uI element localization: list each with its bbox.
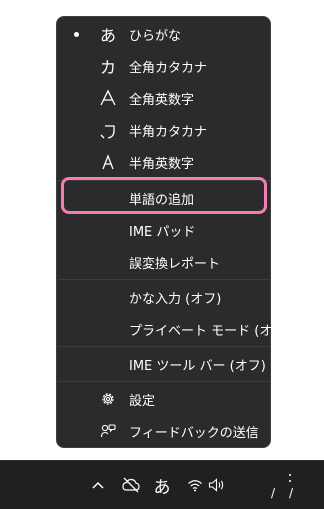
ime-mode-indicator[interactable]: あ bbox=[152, 473, 172, 498]
menu-divider bbox=[58, 346, 271, 347]
menu-item-label: 誤変換レポート bbox=[129, 256, 221, 272]
chevron-up-icon[interactable] bbox=[90, 475, 106, 495]
menu-item-label: かな入力 (オフ) bbox=[129, 291, 222, 307]
menu-item-label: IME ツール バー (オフ) bbox=[129, 358, 266, 374]
menu-item-halfwidth-katakana[interactable]: 半角カタカナ bbox=[57, 114, 270, 146]
menu-item-fullwidth-alphanumeric[interactable]: 全角英数字 bbox=[57, 82, 270, 114]
halfwidth-katakana-icon bbox=[97, 114, 119, 146]
fullwidth-alphanumeric-icon bbox=[97, 82, 119, 114]
menu-item-halfwidth-alphanumeric[interactable]: 半角英数字 bbox=[57, 146, 270, 178]
fullwidth-katakana-icon: カ bbox=[99, 58, 116, 77]
selected-bullet-icon bbox=[74, 32, 79, 37]
menu-item-kana-input[interactable]: かな入力 (オフ) bbox=[57, 281, 270, 313]
menu-item-fullwidth-katakana[interactable]: カ 全角カタカナ bbox=[57, 50, 270, 82]
menu-item-label: 半角カタカナ bbox=[129, 124, 208, 140]
menu-item-label: プライベート モード (オフ) bbox=[129, 323, 291, 339]
ime-context-menu: あ ひらがな カ 全角カタカナ 全角英数字 半角カタカナ 半角英数字 単語の追加… bbox=[56, 16, 290, 448]
menu-item-hiragana[interactable]: あ ひらがな bbox=[57, 18, 270, 50]
menu-item-settings[interactable]: 設定 bbox=[57, 383, 270, 415]
clock-time-separator-icon bbox=[286, 473, 294, 483]
menu-item-conversion-report[interactable]: 誤変換レポート bbox=[57, 246, 270, 278]
wifi-icon[interactable] bbox=[186, 475, 204, 495]
menu-item-label: 全角英数字 bbox=[129, 92, 195, 108]
menu-item-label: フィードバックの送信 bbox=[129, 425, 259, 441]
menu-item-label: ひらがな bbox=[129, 28, 182, 44]
halfwidth-alphanumeric-icon bbox=[97, 146, 119, 178]
speaker-icon[interactable] bbox=[206, 475, 228, 495]
menu-item-label: IME パッド bbox=[129, 224, 196, 240]
menu-item-label: 全角カタカナ bbox=[129, 60, 208, 76]
menu-item-send-feedback[interactable]: フィードバックの送信 bbox=[57, 415, 270, 447]
menu-item-ime-pad[interactable]: IME パッド bbox=[57, 214, 270, 246]
menu-item-label: 半角英数字 bbox=[129, 156, 195, 172]
menu-item-ime-toolbar[interactable]: IME ツール バー (オフ) bbox=[57, 348, 270, 380]
hiragana-icon: あ bbox=[99, 26, 116, 45]
menu-item-add-word[interactable]: 単語の追加 bbox=[57, 182, 270, 214]
clock-date-part[interactable]: / bbox=[284, 485, 298, 501]
gear-icon bbox=[97, 383, 119, 415]
menu-divider bbox=[58, 381, 271, 382]
menu-divider bbox=[58, 279, 271, 280]
menu-item-private-mode[interactable]: プライベート モード (オフ) bbox=[57, 313, 290, 345]
taskbar: あ / / bbox=[0, 460, 324, 509]
menu-item-label: 設定 bbox=[129, 393, 156, 409]
feedback-icon bbox=[97, 415, 119, 447]
menu-divider bbox=[58, 180, 271, 181]
menu-item-label: 単語の追加 bbox=[129, 192, 195, 208]
clock-date-part[interactable]: / bbox=[266, 485, 280, 501]
cloud-offline-icon[interactable] bbox=[120, 473, 142, 497]
